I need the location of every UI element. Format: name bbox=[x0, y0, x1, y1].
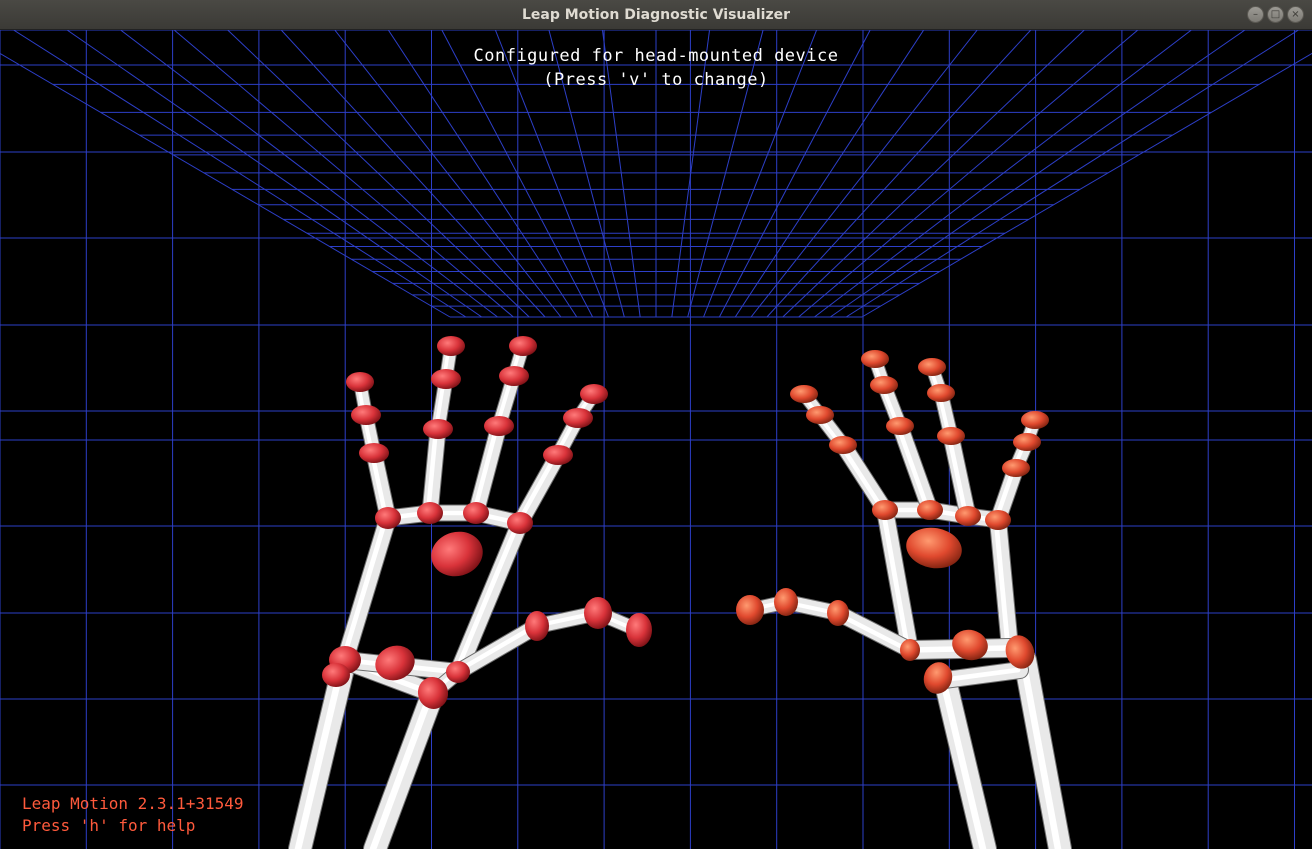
joint bbox=[900, 639, 920, 661]
joint bbox=[917, 500, 943, 520]
perspective-grid bbox=[0, 30, 1312, 849]
version-label: Leap Motion 2.3.1+31549 bbox=[22, 794, 244, 813]
joint bbox=[322, 663, 350, 687]
visualizer-viewport[interactable]: Configured for head-mounted device (Pres… bbox=[0, 30, 1312, 849]
joint bbox=[861, 350, 889, 368]
joint bbox=[423, 419, 453, 439]
joint bbox=[359, 443, 389, 463]
joint bbox=[484, 416, 514, 436]
scene-canvas bbox=[0, 30, 1312, 849]
config-message: Configured for head-mounted device bbox=[473, 46, 839, 66]
joint bbox=[918, 358, 946, 376]
joint bbox=[507, 512, 533, 534]
minimize-button[interactable]: – bbox=[1247, 6, 1264, 23]
joint bbox=[525, 611, 549, 641]
help-hint: Press 'h' for help bbox=[22, 816, 196, 835]
joint bbox=[499, 366, 529, 386]
joint bbox=[431, 369, 461, 389]
joint bbox=[580, 384, 608, 404]
window-controls: – □ × bbox=[1247, 6, 1304, 23]
joint bbox=[1002, 459, 1030, 477]
joint bbox=[886, 417, 914, 435]
joint bbox=[985, 510, 1011, 530]
close-button[interactable]: × bbox=[1287, 6, 1304, 23]
bone-highlight bbox=[294, 656, 347, 849]
joint bbox=[872, 500, 898, 520]
joint bbox=[774, 588, 798, 616]
bone-highlight bbox=[369, 689, 435, 849]
maximize-button[interactable]: □ bbox=[1267, 6, 1284, 23]
joint bbox=[351, 405, 381, 425]
joint bbox=[446, 661, 470, 683]
joint bbox=[1013, 433, 1041, 451]
joint bbox=[417, 502, 443, 524]
joint bbox=[437, 336, 465, 356]
joint bbox=[563, 408, 593, 428]
joint bbox=[509, 336, 537, 356]
joint bbox=[463, 502, 489, 524]
joint bbox=[375, 507, 401, 529]
joint bbox=[955, 506, 981, 526]
joint bbox=[829, 436, 857, 454]
joint bbox=[870, 376, 898, 394]
app-window: Leap Motion Diagnostic Visualizer – □ × bbox=[0, 0, 1312, 849]
joint bbox=[626, 613, 652, 647]
joint bbox=[584, 597, 612, 629]
joint bbox=[927, 384, 955, 402]
joint bbox=[543, 445, 573, 465]
joint bbox=[827, 600, 849, 626]
joint bbox=[906, 527, 962, 569]
bone-highlight bbox=[838, 442, 886, 513]
joint bbox=[806, 406, 834, 424]
joint bbox=[346, 372, 374, 392]
joint bbox=[937, 427, 965, 445]
right-hand bbox=[736, 350, 1072, 849]
bone-highlight bbox=[340, 515, 389, 663]
joint bbox=[431, 531, 483, 577]
window-title: Leap Motion Diagnostic Visualizer bbox=[521, 7, 790, 23]
change-hint: (Press 'v' to change) bbox=[543, 70, 769, 90]
joint bbox=[790, 385, 818, 403]
title-bar[interactable]: Leap Motion Diagnostic Visualizer – □ × bbox=[0, 0, 1312, 30]
joint bbox=[736, 595, 764, 625]
joint bbox=[1021, 411, 1049, 429]
left-hand bbox=[288, 336, 652, 849]
